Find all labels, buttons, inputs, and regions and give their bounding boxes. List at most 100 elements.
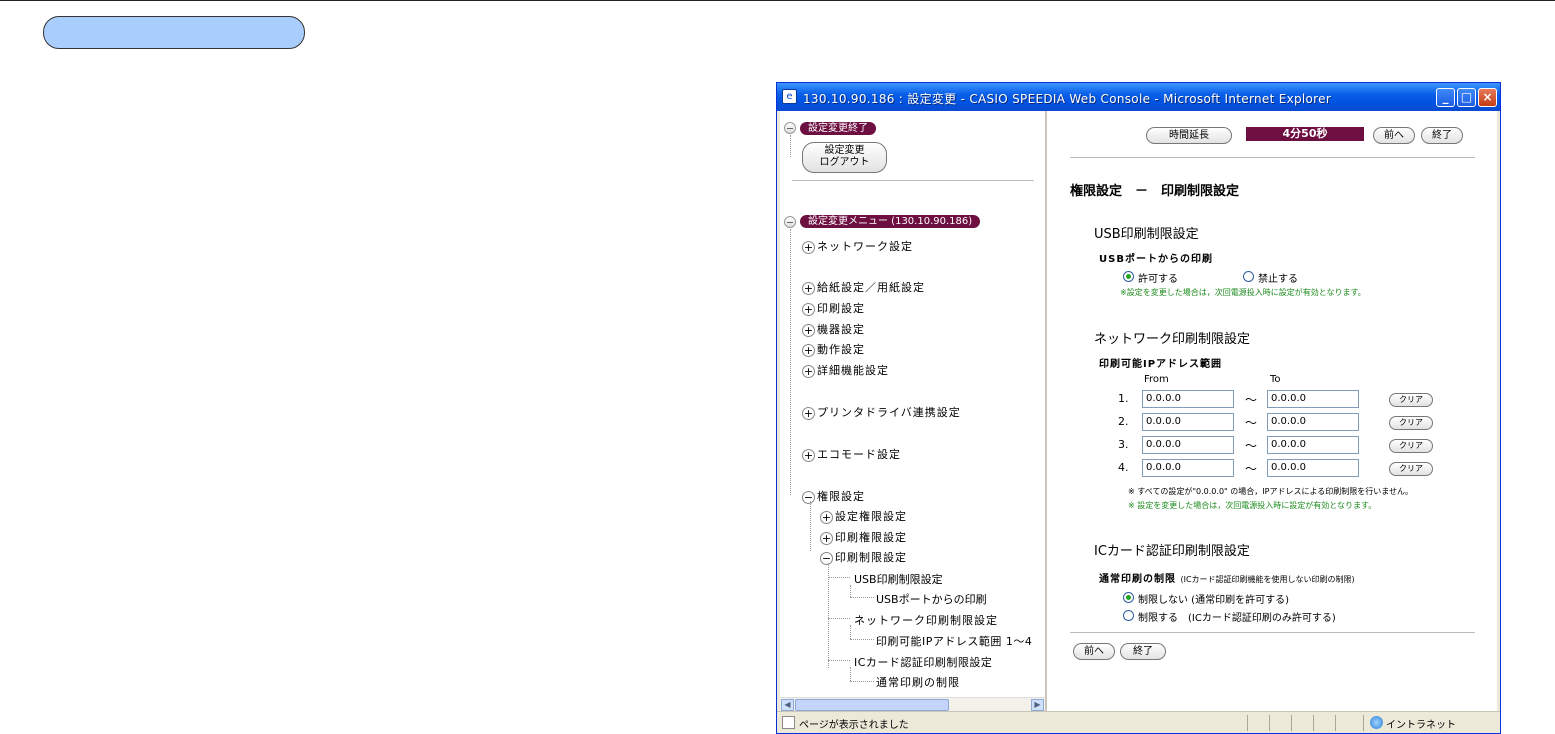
expand-icon: + bbox=[802, 281, 815, 295]
usb-deny-label[interactable]: 禁止する bbox=[1258, 270, 1298, 285]
collapse-icon[interactable] bbox=[784, 122, 796, 134]
range-tilde: ～ bbox=[1245, 416, 1258, 430]
menu-item-device[interactable]: + 機器設定 bbox=[802, 321, 865, 337]
menu-item-driver[interactable]: + プリンタドライバ連携設定 bbox=[802, 404, 961, 420]
tree-line bbox=[828, 563, 829, 668]
session-timer: 4分50秒 bbox=[1246, 127, 1364, 141]
menu-item-advanced[interactable]: + 詳細機能設定 bbox=[802, 362, 889, 378]
menu-item-label: エコモード設定 bbox=[817, 448, 901, 461]
tree-line bbox=[790, 135, 791, 157]
menu-item-label: 機器設定 bbox=[817, 323, 865, 336]
usb-section-title: USB印刷制限設定 bbox=[1094, 227, 1199, 242]
usb-allow-radio[interactable] bbox=[1123, 271, 1134, 282]
status-separator bbox=[1269, 715, 1270, 731]
menu-item-permission[interactable]: − 権限設定 bbox=[802, 488, 865, 504]
status-separator bbox=[1247, 715, 1248, 731]
menu-item-network[interactable]: + ネットワーク設定 bbox=[802, 238, 913, 254]
menu-item-operation[interactable]: + 動作設定 bbox=[802, 341, 865, 357]
horizontal-scrollbar[interactable]: ◀ ▶ bbox=[780, 697, 1045, 711]
scroll-right-icon[interactable]: ▶ bbox=[1031, 699, 1044, 711]
expand-icon: + bbox=[802, 302, 815, 316]
menu-leaf-ip-range[interactable]: 印刷可能IPアドレス範囲 1〜4 bbox=[876, 633, 1032, 649]
usb-port-label: USBポートからの印刷 bbox=[1099, 254, 1213, 265]
menu-leaf-usb[interactable]: USB印刷制限設定 bbox=[854, 571, 943, 587]
close-button[interactable]: × bbox=[1478, 88, 1497, 107]
ip-from-input[interactable]: 0.0.0.0 bbox=[1142, 459, 1234, 477]
menu-leaf-normal-print[interactable]: 通常印刷の制限 bbox=[876, 674, 960, 690]
network-note: ※ 設定を変更した場合は，次回電源投入時に設定が有効となります。 bbox=[1128, 501, 1377, 510]
prev-button[interactable]: 前へ bbox=[1373, 127, 1415, 144]
tree-line bbox=[850, 667, 851, 681]
row-number: 2. bbox=[1118, 415, 1129, 428]
no-limit-radio[interactable] bbox=[1123, 592, 1134, 603]
menu-item-label: 給紙設定／用紙設定 bbox=[817, 281, 925, 294]
clear-button[interactable]: クリア bbox=[1389, 416, 1433, 430]
logout-button[interactable]: 設定変更 ログアウト bbox=[802, 142, 887, 173]
menu-leaf-iccard[interactable]: ICカード認証印刷制限設定 bbox=[854, 654, 992, 670]
iccard-section-title: ICカード認証印刷制限設定 bbox=[1094, 544, 1250, 559]
menu-item-eco[interactable]: + エコモード設定 bbox=[802, 446, 901, 462]
title-bar[interactable]: e 130.10.90.186 : 設定変更 - CASIO SPEEDIA W… bbox=[777, 83, 1500, 111]
limit-radio[interactable] bbox=[1123, 610, 1134, 621]
ip-to-input[interactable]: 0.0.0.0 bbox=[1267, 459, 1359, 477]
limit-label[interactable]: 制限する (ICカード認証印刷のみ許可する) bbox=[1138, 609, 1336, 624]
collapse-icon: − bbox=[802, 490, 815, 504]
menu-item-setting-permission[interactable]: + 設定権限設定 bbox=[820, 508, 907, 524]
clear-button[interactable]: クリア bbox=[1389, 439, 1433, 453]
usb-deny-radio[interactable] bbox=[1243, 271, 1254, 282]
status-bar: ページが表示されました イントラネット bbox=[777, 711, 1500, 733]
ip-to-input[interactable]: 0.0.0.0 bbox=[1267, 413, 1359, 431]
tree-line bbox=[828, 577, 850, 578]
clear-button[interactable]: クリア bbox=[1389, 462, 1433, 476]
menu-item-paper[interactable]: + 給紙設定／用紙設定 bbox=[802, 279, 925, 295]
maximize-button[interactable]: □ bbox=[1457, 88, 1476, 107]
content-pane: 時間延長 4分50秒 前へ 終了 権限設定 － 印刷制限設定 USB印刷制限設定… bbox=[1049, 111, 1497, 711]
tree-line bbox=[850, 625, 851, 639]
expand-icon: + bbox=[802, 406, 815, 420]
top-border-line bbox=[0, 0, 1555, 1]
menu-item-print[interactable]: + 印刷設定 bbox=[802, 300, 865, 316]
row-number: 3. bbox=[1118, 438, 1129, 451]
page-icon bbox=[782, 716, 795, 729]
clear-button[interactable]: クリア bbox=[1389, 393, 1433, 407]
menu-leaf-network[interactable]: ネットワーク印刷制限設定 bbox=[854, 612, 998, 628]
ip-from-input[interactable]: 0.0.0.0 bbox=[1142, 413, 1234, 431]
page-title: 権限設定 － 印刷制限設定 bbox=[1070, 184, 1240, 199]
ip-range-label: 印刷可能IPアドレス範囲 bbox=[1099, 359, 1223, 370]
browser-client-area: 設定変更終了 設定変更 ログアウト 設定変更メニュー (130.10.90.18… bbox=[780, 111, 1497, 711]
menu-item-print-permission[interactable]: + 印刷権限設定 bbox=[820, 529, 907, 545]
minimize-button[interactable]: _ bbox=[1436, 88, 1455, 107]
tree-line bbox=[850, 681, 874, 682]
ip-note: ※ すべての設定が"0.0.0.0" の場合，IPアドレスによる印刷制限を行いま… bbox=[1128, 487, 1413, 496]
expand-icon: + bbox=[802, 343, 815, 357]
menu-leaf-usb-port[interactable]: USBポートからの印刷 bbox=[876, 591, 987, 607]
scroll-thumb[interactable] bbox=[795, 699, 949, 711]
menu-item-label: 印刷制限設定 bbox=[835, 551, 907, 564]
menu-item-label: 設定権限設定 bbox=[835, 510, 907, 523]
ip-to-input[interactable]: 0.0.0.0 bbox=[1267, 390, 1359, 408]
ip-from-input[interactable]: 0.0.0.0 bbox=[1142, 436, 1234, 454]
normal-print-label: 通常印刷の制限 (ICカード認証印刷機能を使用しない印刷の制限) bbox=[1099, 570, 1355, 585]
menu-item-print-restriction[interactable]: − 印刷制限設定 bbox=[820, 549, 907, 565]
menu-item-label: プリンタドライバ連携設定 bbox=[817, 406, 961, 419]
expand-icon: + bbox=[802, 240, 815, 254]
end-button[interactable]: 終了 bbox=[1421, 127, 1463, 144]
ip-from-input[interactable]: 0.0.0.0 bbox=[1142, 390, 1234, 408]
zone-text: イントラネット bbox=[1386, 720, 1456, 731]
blank-caption-pill bbox=[43, 16, 305, 49]
expand-icon: + bbox=[820, 531, 833, 545]
tree-line bbox=[810, 501, 811, 551]
menu-header: 設定変更メニュー (130.10.90.186) bbox=[800, 215, 981, 228]
menu-divider bbox=[792, 180, 1034, 181]
collapse-icon[interactable] bbox=[784, 216, 796, 228]
network-section-title: ネットワーク印刷制限設定 bbox=[1094, 332, 1251, 347]
footer-prev-button[interactable]: 前へ bbox=[1073, 643, 1115, 660]
menu-item-label: 印刷設定 bbox=[817, 302, 865, 315]
extend-time-button[interactable]: 時間延長 bbox=[1146, 127, 1232, 144]
menu-pane: 設定変更終了 設定変更 ログアウト 設定変更メニュー (130.10.90.18… bbox=[780, 111, 1047, 711]
usb-allow-label[interactable]: 許可する bbox=[1138, 270, 1178, 285]
ip-to-input[interactable]: 0.0.0.0 bbox=[1267, 436, 1359, 454]
footer-end-button[interactable]: 終了 bbox=[1120, 643, 1166, 660]
no-limit-label[interactable]: 制限しない (通常印刷を許可する) bbox=[1138, 591, 1289, 606]
scroll-left-icon[interactable]: ◀ bbox=[781, 699, 794, 711]
